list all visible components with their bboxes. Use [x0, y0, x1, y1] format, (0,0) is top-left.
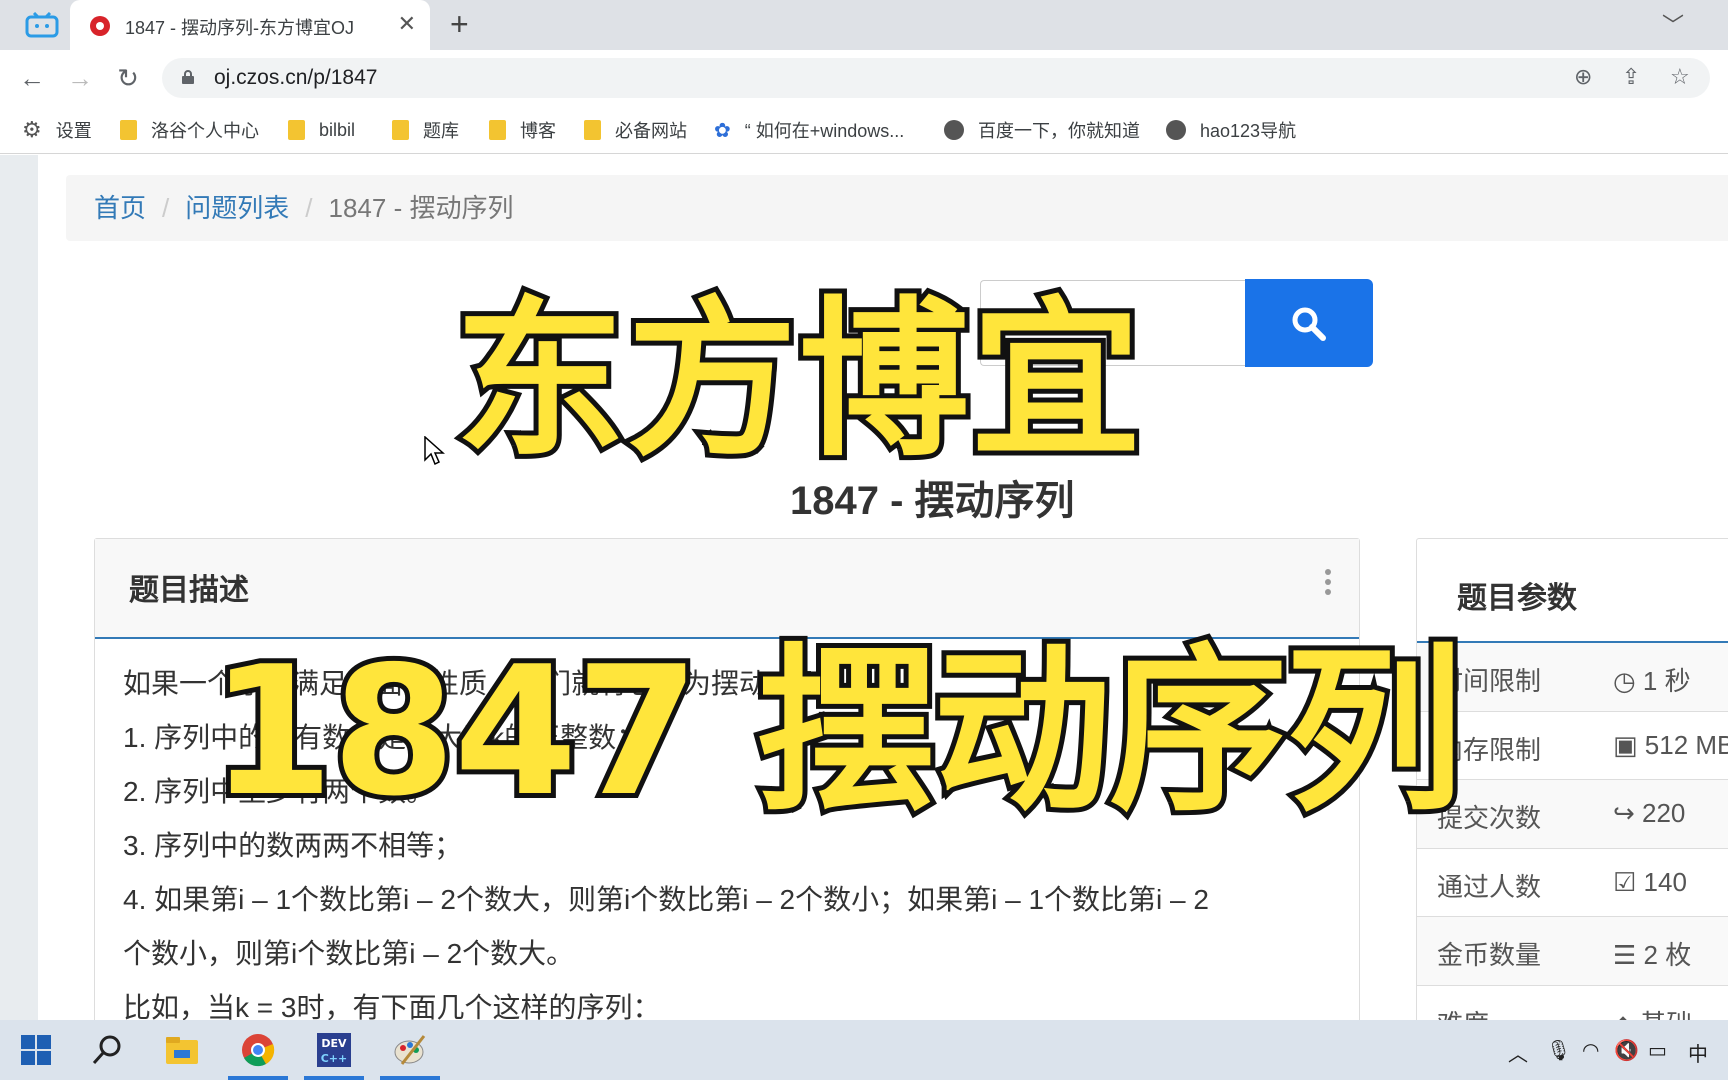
params-card: 题目参数 时间限制 ◷ 1 秒 内存限制 ▣ 512 MB 提交次数 ↪ 220 通过… [1416, 538, 1728, 1020]
dev-cpp-icon[interactable]: DEV C++ [316, 1032, 352, 1068]
bookmark-hao123[interactable]: hao123导航 [1166, 114, 1296, 146]
breadcrumb-home-link[interactable]: 首页 [94, 193, 146, 223]
zoom-icon[interactable]: ⊕ [1574, 64, 1592, 90]
param-row-difficulty: 难度◆ 基础 [1417, 986, 1728, 1021]
tray-overflow-chevron-icon[interactable]: ︿ [1508, 1038, 1528, 1067]
check-square-icon: ☑ [1613, 866, 1644, 897]
file-explorer-icon[interactable] [164, 1032, 200, 1068]
floppy-icon: ▣ [1613, 729, 1645, 760]
mouse-cursor-icon [424, 436, 445, 466]
folder-icon [392, 120, 409, 140]
bookmark-bilbil[interactable]: bilbil [288, 114, 355, 146]
description-line: 个数小，则第i个数比第i – 2个数大。 [123, 938, 575, 969]
search-icon[interactable] [90, 1032, 126, 1068]
chrome-icon[interactable] [240, 1032, 276, 1068]
address-bar[interactable]: oj.czos.cn/p/1847 ⊕ ⇪ ☆ [162, 58, 1710, 98]
url-text: oj.czos.cn/p/1847 [214, 66, 378, 89]
params-card-header: 题目参数 [1417, 539, 1728, 643]
windows-start-icon[interactable] [18, 1032, 54, 1068]
database-icon: ☰ [1613, 940, 1644, 970]
bookmark-luogu[interactable]: 洛谷个人中心 [120, 114, 259, 146]
devcpp-active-indicator [304, 1076, 364, 1080]
bookmark-windows[interactable]: ✿ “ 如何在+windows... [714, 114, 904, 146]
bookmark-star-icon[interactable]: ☆ [1670, 64, 1690, 90]
tag-icon: ◆ [1613, 1009, 1640, 1021]
bookmarks-bar: ⚙ 设置 洛谷个人中心 bilbil 题库 博客 必备网站 ✿ “ 如何在+wind… [0, 106, 1728, 154]
breadcrumb-separator: / [305, 193, 313, 223]
folder-icon [584, 120, 601, 140]
breadcrumb-current: 1847 - 摆动序列 [328, 193, 514, 223]
tab-title: 1847 - 摆动序列-东方博宜OJ [125, 18, 355, 38]
gear-icon: ⚙ [22, 117, 42, 142]
globe-icon [1166, 120, 1186, 140]
back-icon[interactable]: ← [14, 60, 50, 96]
bookmark-must-have[interactable]: 必备网站 [584, 114, 687, 146]
description-line: 4. 如果第i – 1个数比第i – 2个数大，则第i个数比第i – 2个数小；… [123, 884, 1209, 915]
active-tab[interactable]: 1847 - 摆动序列-东方博宜OJ ✕ [70, 0, 430, 50]
overlay-title-problem: 1847 摆动序列 [205, 623, 1468, 840]
paint-icon[interactable] [392, 1032, 428, 1068]
bookmark-blog[interactable]: 博客 [489, 114, 556, 146]
microphone-icon[interactable]: 🎙 [1546, 1038, 1571, 1063]
description-line: 比如，当k = 3时，有下面几个这样的序列： [123, 992, 661, 1020]
tab-close-icon[interactable]: ✕ [398, 11, 416, 37]
bookmark-baidu[interactable]: 百度一下，你就知道 [944, 114, 1140, 146]
search-button[interactable] [1245, 279, 1373, 367]
share-icon: ↪ [1613, 798, 1643, 828]
bookmark-tiku[interactable]: 题库 [392, 114, 459, 146]
chrome-active-indicator [228, 1076, 288, 1080]
param-row-submissions: 提交次数 ↪ 220 [1417, 780, 1728, 849]
new-tab-icon[interactable]: + [450, 6, 469, 43]
folder-icon [288, 120, 305, 140]
browser-toolbar: ← → ↻ oj.czos.cn/p/1847 ⊕ ⇪ ☆ [0, 50, 1728, 106]
param-row-coins: 金币数量 ☰ 2 枚 [1417, 917, 1728, 986]
taskbar: DEV C++ ︿ 🎙 ◠ 🔇 ▭ 中 [0, 1020, 1728, 1080]
clock-icon: ◷ [1613, 666, 1643, 696]
bilibili-app-icon[interactable] [24, 12, 60, 38]
breadcrumb: 首页 / 问题列表 / 1847 - 摆动序列 [66, 175, 1728, 241]
params-list: 时间限制 ◷ 1 秒 内存限制 ▣ 512 MB 提交次数 ↪ 220 通过人数 ☑ 1… [1417, 643, 1728, 1020]
left-strip [0, 155, 38, 1020]
svg-text:DEV: DEV [321, 1037, 347, 1050]
param-row-time: 时间限制 ◷ 1 秒 [1417, 643, 1728, 712]
svg-text:C++: C++ [321, 1052, 348, 1065]
battery-icon[interactable]: ▭ [1648, 1038, 1667, 1063]
bookmark-settings[interactable]: ⚙ 设置 [22, 114, 92, 146]
share-icon[interactable]: ⇪ [1622, 64, 1640, 90]
wifi-icon[interactable]: ◠ [1582, 1038, 1599, 1063]
site-favicon-icon [90, 16, 110, 36]
folder-icon [120, 120, 137, 140]
folder-icon [489, 120, 506, 140]
param-row-memory: 内存限制 ▣ 512 MB [1417, 712, 1728, 780]
overlay-title-brand: 东方博宜 [450, 277, 1146, 485]
globe-icon [944, 120, 964, 140]
breadcrumb-separator: / [162, 193, 170, 223]
breadcrumb-list-link[interactable]: 问题列表 [185, 193, 289, 223]
volume-muted-icon[interactable]: 🔇 [1614, 1038, 1639, 1063]
param-row-accepted: 通过人数 ☑ 140 [1417, 849, 1728, 917]
lock-icon [182, 70, 194, 84]
params-heading: 题目参数 [1457, 582, 1577, 615]
search-icon [1292, 307, 1326, 341]
reload-icon[interactable]: ↻ [110, 60, 146, 96]
ime-indicator[interactable]: 中 [1688, 1038, 1708, 1067]
tab-search-chevron-icon[interactable]: ﹀ [1662, 8, 1684, 40]
paint-active-indicator [380, 1076, 440, 1080]
baidu-paw-icon: ✿ [714, 119, 731, 142]
tab-strip: 1847 - 摆动序列-东方博宜OJ ✕ + ﹀ [0, 0, 1728, 50]
forward-icon[interactable]: → [62, 60, 98, 96]
